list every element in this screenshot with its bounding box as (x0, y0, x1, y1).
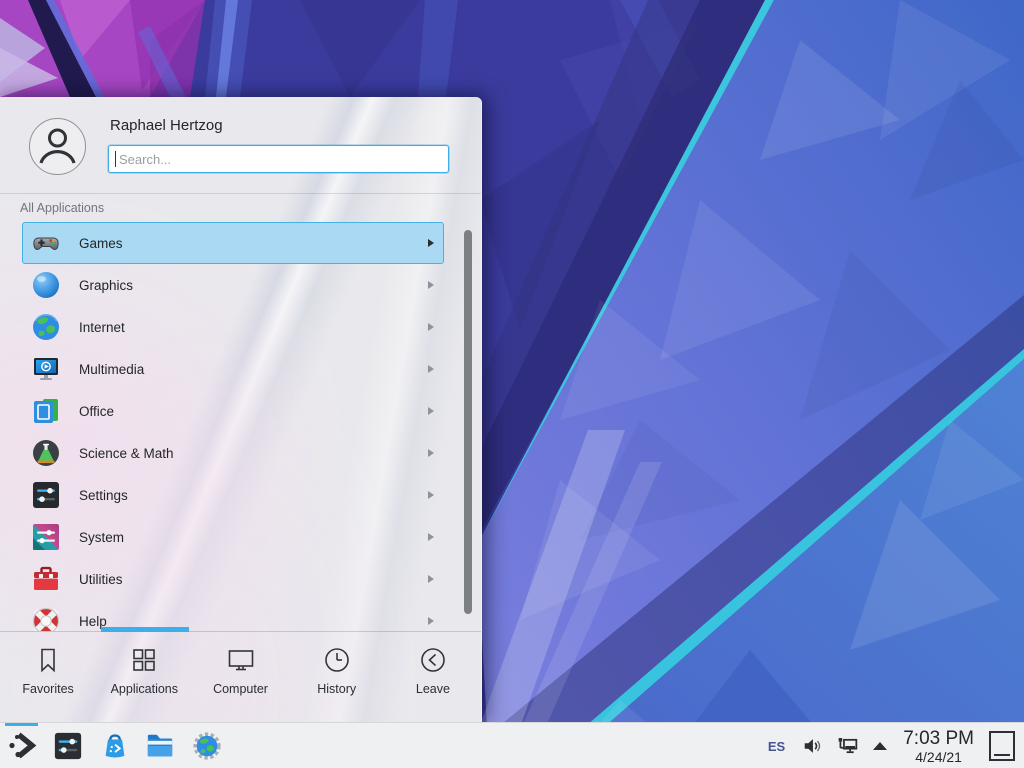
system-tray: ES 7:03 PM 4/24/21 (768, 723, 1024, 768)
section-label: All Applications (20, 201, 104, 215)
submenu-arrow-icon (428, 365, 434, 373)
digital-clock[interactable]: 7:03 PM 4/24/21 (903, 728, 974, 765)
tab-label: Leave (416, 682, 450, 696)
search-field[interactable] (108, 145, 449, 173)
user-avatar-icon[interactable] (29, 118, 86, 175)
category-science-math[interactable]: Science & Math (22, 432, 444, 474)
category-games[interactable]: Games (22, 222, 444, 264)
media-monitor-icon (30, 353, 62, 385)
tab-history[interactable]: History (289, 632, 385, 723)
submenu-arrow-icon (428, 407, 434, 415)
submenu-arrow-icon (428, 575, 434, 583)
category-label: Games (79, 236, 428, 251)
document-folder-icon (30, 395, 62, 427)
tab-favorites[interactable]: Favorites (0, 632, 96, 723)
category-multimedia[interactable]: Multimedia (22, 348, 444, 390)
tab-label: Computer (213, 682, 268, 696)
category-label: Office (79, 404, 428, 419)
application-launcher-button[interactable] (6, 730, 38, 762)
speaker-icon[interactable] (802, 736, 822, 756)
toolbox-icon (30, 563, 62, 595)
flask-icon (30, 437, 62, 469)
launcher-header: Raphael Hertzog (0, 97, 481, 193)
taskbar-panel: ES 7:03 PM 4/24/21 (0, 722, 1024, 768)
sliders-dark-icon (30, 479, 62, 511)
category-graphics[interactable]: Graphics (22, 264, 444, 306)
settings-sliders-icon (53, 731, 83, 761)
monitor-icon (226, 645, 256, 675)
launcher-tabbar: Favorites Applications Compute (0, 631, 481, 723)
category-label: Utilities (79, 572, 428, 587)
category-label: Graphics (79, 278, 428, 293)
show-desktop-button[interactable] (989, 731, 1015, 761)
globe-gear-icon (192, 731, 222, 761)
category-label: Settings (79, 488, 428, 503)
category-help[interactable]: Help (22, 600, 444, 631)
category-label: Internet (79, 320, 428, 335)
clock-date: 4/24/21 (915, 749, 962, 765)
sphere-icon (30, 269, 62, 301)
discover-button[interactable] (100, 731, 132, 763)
submenu-arrow-icon (428, 239, 434, 247)
tab-label: Favorites (22, 682, 73, 696)
category-label: Multimedia (79, 362, 428, 377)
search-input[interactable] (117, 148, 441, 170)
tab-leave[interactable]: Leave (385, 632, 481, 723)
system-settings-button[interactable] (53, 731, 85, 763)
dolphin-file-manager-button[interactable] (145, 731, 177, 763)
header-separator (0, 193, 481, 194)
clock-time: 7:03 PM (903, 728, 974, 749)
category-office[interactable]: Office (22, 390, 444, 432)
category-label: Science & Math (79, 446, 428, 461)
text-cursor (115, 151, 116, 167)
submenu-arrow-icon (428, 617, 434, 625)
sliders-color-icon (30, 521, 62, 553)
keyboard-layout-indicator[interactable]: ES (768, 739, 785, 754)
tab-label: Applications (111, 682, 178, 696)
desktop: Raphael Hertzog All Applications (0, 0, 1024, 768)
category-settings[interactable]: Settings (22, 474, 444, 516)
application-launcher-popup: Raphael Hertzog All Applications (0, 97, 482, 722)
folder-icon (145, 731, 175, 761)
globe-icon (30, 311, 62, 343)
category-label: System (79, 530, 428, 545)
user-name: Raphael Hertzog (110, 117, 223, 134)
grid-icon (129, 645, 159, 675)
category-internet[interactable]: Internet (22, 306, 444, 348)
expand-tray-caret-up-icon[interactable] (873, 742, 887, 750)
lifebuoy-icon (30, 605, 62, 631)
submenu-arrow-icon (428, 323, 434, 331)
shopping-bag-icon (100, 731, 130, 761)
scrollbar-thumb[interactable] (464, 230, 472, 614)
clock-icon (322, 645, 352, 675)
gamepad-icon (30, 227, 62, 259)
category-list: Games Graphics (0, 215, 460, 631)
category-utilities[interactable]: Utilities (22, 558, 444, 600)
submenu-arrow-icon (428, 281, 434, 289)
kickoff-icon (6, 730, 38, 762)
konqueror-browser-button[interactable] (192, 731, 224, 763)
submenu-arrow-icon (428, 449, 434, 457)
network-icon[interactable] (836, 736, 859, 756)
tab-computer[interactable]: Computer (192, 632, 288, 723)
active-task-indicator (5, 723, 38, 726)
leave-icon (418, 645, 448, 675)
category-system[interactable]: System (22, 516, 444, 558)
bookmark-icon (33, 645, 63, 675)
submenu-arrow-icon (428, 533, 434, 541)
tab-applications[interactable]: Applications (96, 632, 192, 723)
active-tab-indicator (101, 627, 189, 632)
submenu-arrow-icon (428, 491, 434, 499)
tab-label: History (317, 682, 356, 696)
